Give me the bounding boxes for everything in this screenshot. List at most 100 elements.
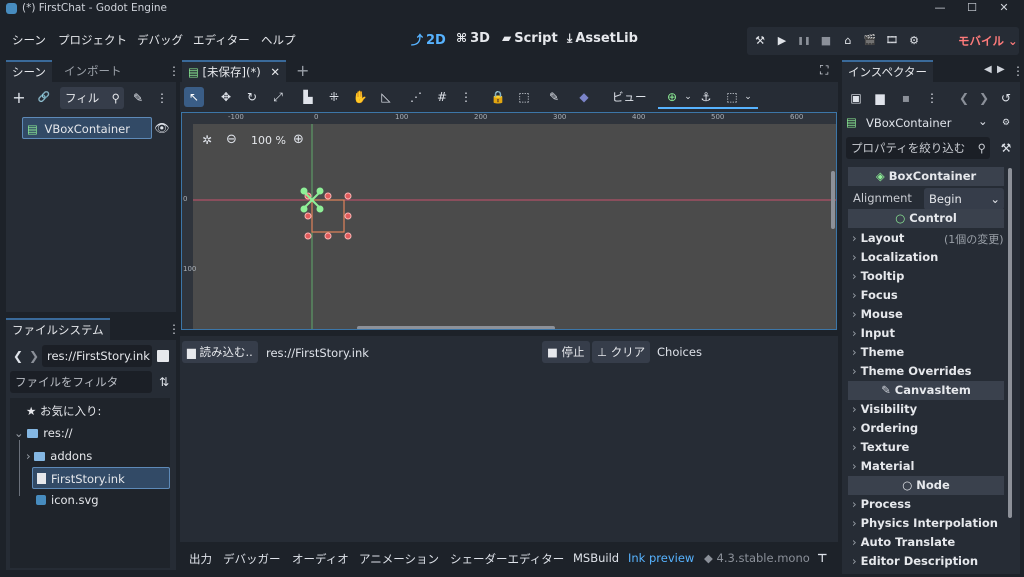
add-node-icon[interactable]: + [9, 88, 29, 108]
prop-material[interactable]: › Material [852, 459, 914, 473]
center-view-icon[interactable]: ✲ [202, 133, 212, 147]
alignment-select[interactable]: Begin ⌄ [924, 188, 1004, 210]
instance-scene-icon[interactable]: 🔗 [34, 88, 54, 108]
clear-button[interactable]: ⊥ クリア [592, 341, 651, 363]
forward-icon[interactable]: ❯ [24, 346, 44, 366]
tab-shader-editor[interactable]: シェーダーエディター [450, 551, 564, 567]
menu-help[interactable]: ヘルプ [261, 32, 296, 48]
camera-override-icon[interactable]: ◆ [574, 87, 594, 107]
workspace-assetlib[interactable]: ⤓ AssetLib [567, 31, 638, 46]
stop-button[interactable]: ■ 停止 [542, 341, 590, 363]
scene-dock-menu-icon[interactable]: ⋮ [168, 65, 180, 77]
prop-auto-translate[interactable]: › Auto Translate [852, 535, 955, 549]
add-tab-icon[interactable]: + [296, 61, 309, 80]
prop-visibility[interactable]: › Visibility [852, 402, 917, 416]
lock-icon[interactable]: 🔒 [488, 87, 508, 107]
filesystem-path-input[interactable]: res://FirstStory.ink [42, 345, 152, 367]
rotate-mode-icon[interactable]: ↻ [242, 87, 262, 107]
prop-layout[interactable]: › Layout [852, 231, 904, 245]
dock-left-icon[interactable]: ◀ [984, 64, 992, 75]
tab-filesystem[interactable]: ファイルシステム [6, 318, 110, 340]
scene-tree-root[interactable]: ▤ VBoxContainer [22, 117, 152, 139]
load-story-button[interactable]: ▆ 読み込む.. [182, 341, 258, 363]
tab-ink-preview[interactable]: Ink preview [628, 551, 694, 565]
workspace-2d[interactable]: ⤴ 2D [411, 31, 446, 48]
renderer-select[interactable]: モバイル ⌄ [958, 33, 1018, 49]
toggle-bottom-panel-icon[interactable]: ⊤ [817, 551, 828, 565]
attach-script-icon[interactable]: ✎ [128, 88, 148, 108]
distraction-free-icon[interactable]: ⛶ [820, 63, 828, 78]
minimize-button[interactable]: — [925, 0, 955, 18]
scene-tab[interactable]: ▤ [未保存](*) ✕ [182, 60, 287, 82]
menu-debug[interactable]: デバッグ [137, 32, 183, 48]
chevron-down-icon[interactable]: ⌄ [678, 87, 698, 107]
open-resource-icon[interactable]: ▆ [870, 88, 890, 108]
maximize-button[interactable]: ☐ [957, 0, 987, 18]
file-row-addons[interactable]: › addons [26, 445, 92, 467]
view-menu[interactable]: ビュー [612, 89, 647, 105]
tab-animation[interactable]: アニメーション [359, 551, 439, 567]
zoom-in-icon[interactable]: ⊕ [293, 132, 304, 147]
section-canvasitem[interactable]: ✎ CanvasItem [848, 381, 1004, 400]
scale-mode-icon[interactable]: ⤢ [268, 87, 288, 107]
workspace-script[interactable]: ▰ Script [502, 31, 558, 46]
object-properties-icon[interactable]: ⚙ [996, 113, 1016, 133]
zoom-level[interactable]: 100 % [251, 134, 286, 147]
tab-scene[interactable]: シーン [6, 60, 52, 82]
prop-theme-overrides[interactable]: › Theme Overrides [852, 364, 971, 378]
menu-scene[interactable]: シーン [12, 32, 46, 48]
scene-options-icon[interactable]: ⋮ [152, 88, 172, 108]
ruler-mode-icon[interactable]: ▙ [298, 87, 318, 107]
inspector-node-select[interactable]: ▤ VBoxContainer ⌄ [844, 112, 990, 134]
section-control[interactable]: ○ Control [848, 209, 1004, 228]
pause-icon[interactable]: ❚❚ [793, 30, 815, 52]
property-options-icon[interactable]: ⚒ [996, 138, 1016, 158]
pivot-mode-icon[interactable]: ⁜ [324, 87, 344, 107]
tab-msbuild[interactable]: MSBuild [573, 551, 619, 565]
prop-theme[interactable]: › Theme [852, 345, 904, 359]
group-icon[interactable]: ⬚ [514, 87, 534, 107]
workspace-3d[interactable]: ⌘ 3D [456, 31, 490, 46]
prop-focus[interactable]: › Focus [852, 288, 898, 302]
prop-physics-interpolation[interactable]: › Physics Interpolation [852, 516, 998, 530]
stop-icon[interactable]: ■ [815, 30, 837, 52]
section-node[interactable]: ○ Node [848, 476, 1004, 495]
file-row-firststory[interactable]: FirstStory.ink [32, 467, 170, 489]
move-mode-icon[interactable]: ✥ [216, 87, 236, 107]
skeleton-icon[interactable]: ✎ [544, 87, 564, 107]
chevron-down-icon[interactable]: ⌄ [738, 87, 758, 107]
resource-options-icon[interactable]: ⋮ [922, 88, 942, 108]
res-root-row[interactable]: ⌄ res:// [14, 422, 72, 444]
section-boxcontainer[interactable]: ◈ BoxContainer [848, 167, 1004, 186]
history-back-icon[interactable]: ❮ [954, 88, 974, 108]
movie-maker-icon[interactable]: ⚙ [903, 30, 925, 52]
close-window-button[interactable]: ✕ [989, 0, 1019, 18]
sort-icon[interactable]: ⇅ [154, 372, 174, 392]
prop-editor-description[interactable]: › Editor Description [852, 554, 978, 568]
tab-output[interactable]: 出力 [189, 551, 212, 567]
property-filter-input[interactable]: プロパティを絞り込む ⚲ [846, 137, 990, 159]
prop-localization[interactable]: › Localization [852, 250, 938, 264]
remote-debug-icon[interactable]: ⌂ [837, 30, 859, 52]
tab-audio[interactable]: オーディオ [292, 551, 349, 567]
prop-mouse[interactable]: › Mouse [852, 307, 903, 321]
measure-icon[interactable]: ◺ [376, 87, 396, 107]
inspector-dock-menu-icon[interactable]: ⋮ [1012, 65, 1024, 77]
select-mode-icon[interactable]: ↖ [184, 87, 204, 107]
file-filter-input[interactable]: ファイルをフィルタ [10, 371, 152, 393]
scene-filter-input[interactable]: フィル ⚲ [60, 87, 124, 109]
save-resource-icon[interactable]: ▪ [896, 88, 916, 108]
prop-ordering[interactable]: › Ordering [852, 421, 918, 435]
play-icon[interactable]: ▶ [771, 30, 793, 52]
menu-editor[interactable]: エディター [193, 32, 250, 48]
prop-input[interactable]: › Input [852, 326, 895, 340]
tab-debugger[interactable]: デバッガー [223, 551, 281, 567]
tab-import[interactable]: インポート [58, 60, 128, 82]
play-custom-scene-icon[interactable]: 🎞 [881, 30, 903, 52]
anchor-icon[interactable]: ⚓ [696, 87, 716, 107]
zoom-out-icon[interactable]: ⊖ [226, 132, 237, 147]
canvas-viewport[interactable]: -100 0 100 200 300 400 500 600 0 100 ✲ ⊖… [181, 112, 837, 330]
toggle-split-icon[interactable] [157, 350, 169, 362]
close-tab-icon[interactable]: ✕ [270, 65, 280, 79]
menu-project[interactable]: プロジェクト [58, 32, 127, 48]
